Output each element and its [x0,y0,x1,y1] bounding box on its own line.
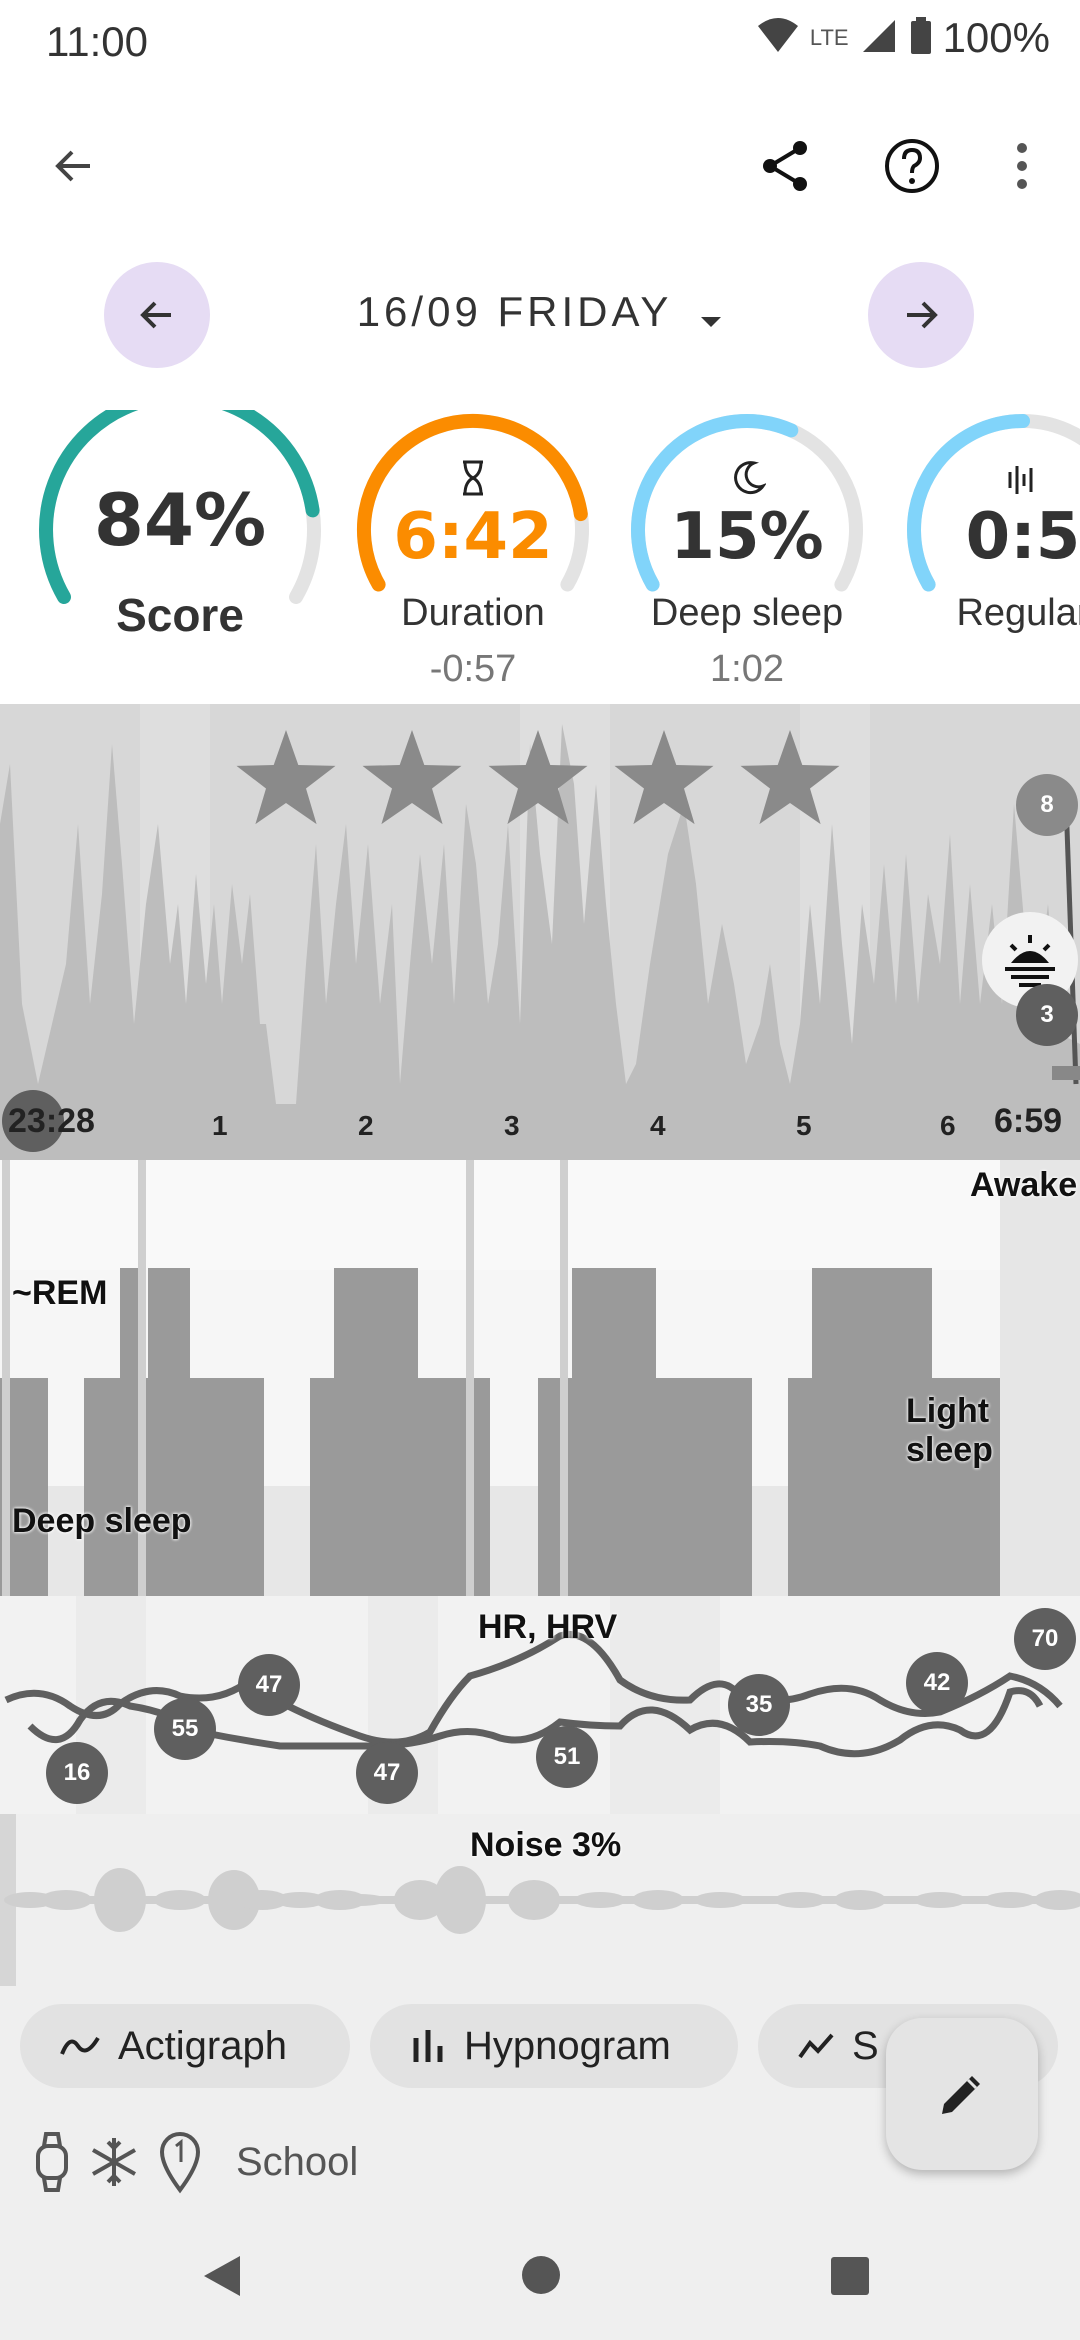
wave-icon [60,2036,100,2055]
tag-text: School [236,2140,359,2184]
hr-bubble-2: 55 [154,1698,216,1760]
toolbar [0,84,1080,244]
location-tag-icon [159,2132,201,2194]
nav-back-button[interactable] [200,2252,244,2305]
noise-title: Noise 3% [470,1826,622,1864]
duration-delta: -0:57 [429,648,517,690]
share-icon [763,141,807,191]
hr-title: HR, HRV [478,1608,618,1646]
tick-1: 1 [212,1110,228,1141]
arrow-left-icon [140,301,171,329]
hr-bubble-4: 47 [356,1742,418,1804]
noise-baseline [16,1896,1080,1904]
status-icons: LTE 100% [756,14,1050,62]
dropdown-icon [699,291,723,339]
stage-label-awake: Awake [970,1166,1078,1204]
square-recents-icon [831,2257,869,2295]
bar-chart-icon [413,2030,443,2062]
gauge-score[interactable]: 84% Score [30,388,330,700]
hourglass-icon [463,460,483,496]
tick-5: 5 [796,1110,812,1141]
previous-day-button[interactable] [104,262,210,368]
signal-icon [859,16,899,61]
chip-hypnogram-label: Hypnogram [464,2023,671,2068]
duration-label: Duration [401,592,545,634]
system-navbar [0,2218,1080,2340]
tick-4: 4 [650,1110,666,1141]
noise-chart[interactable]: Noise 3% [0,1814,1080,1986]
gauge-duration[interactable]: 6:42 Duration -0:57 [348,410,598,700]
duration-value: 6:42 [393,500,553,574]
watch-icon [36,2132,68,2192]
gauge-regularity[interactable]: 0:5 Regular [898,410,1080,700]
date-selector[interactable]: 16/09 FRIDAY [300,288,780,339]
deep-sleep-label: Deep sleep [650,592,844,634]
pencil-icon [942,2076,980,2114]
end-time: 6:59 [994,1102,1063,1140]
date-text: 16/09 FRIDAY [356,288,672,335]
status-time: 11:00 [46,18,148,65]
regularity-icon [1008,466,1033,494]
chip-actigraph[interactable]: Actigraph [20,2004,350,2088]
edit-fab[interactable] [886,2018,1038,2170]
snowflake-icon [92,2138,136,2186]
deep-sleep-value: 15% [670,500,824,574]
help-circle-icon [885,139,939,193]
arrow-left-icon [55,150,90,182]
circle-home-icon [522,2256,560,2294]
hr-bubble-1: 16 [46,1742,108,1804]
sunrise-icon [1005,935,1055,987]
battery-percent: 100% [942,14,1050,61]
tick-2: 2 [358,1110,374,1141]
actigraph-plot [0,704,1080,1160]
status-bar: 11:00 LTE 100% [0,0,1080,84]
start-time: 23:28 [8,1102,95,1140]
arrow-right-icon [907,301,938,329]
tick-6: 6 [940,1110,956,1141]
hr-bubble-7: 42 [906,1652,968,1714]
hr-bubble-3: 47 [238,1654,300,1716]
actigraph-chart[interactable]: 8 3 23:28 1 2 3 4 5 6 6:59 [0,704,1080,1160]
regularity-label: Regular [956,592,1080,634]
stage-label-rem: ~REM [12,1274,108,1312]
hypnogram-chart[interactable]: Awake ~REM Light sleep Deep sleep [0,1160,1080,1596]
deep-sleep-duration: 1:02 [710,648,784,690]
score-label: Score [116,589,244,641]
tick-3: 3 [504,1110,520,1141]
triangle-back-icon [204,2256,240,2296]
hr-bubble-5: 51 [536,1726,598,1788]
moon-icon [734,461,766,495]
wifi-icon [756,16,800,61]
score-value: 84% [93,478,267,562]
nav-home-button[interactable] [520,2254,562,2301]
trend-icon [798,2033,834,2059]
more-vert-icon [1017,143,1027,189]
lte-label: LTE [809,25,849,50]
hr-hrv-chart[interactable]: HR, HRV 16 55 47 47 51 35 42 70 [0,1596,1080,1814]
next-day-button[interactable] [868,262,974,368]
chip-actigraph-label: Actigraph [118,2023,287,2068]
stage-label-deep: Deep sleep [12,1502,192,1540]
hr-bubble-8: 70 [1014,1608,1076,1670]
nav-recents-button[interactable] [830,2256,870,2301]
stage-label-light: Light sleep [906,1392,993,1469]
battery-icon [909,16,933,61]
actigraph-marker-top: 8 [1016,774,1078,836]
actigraph-marker-bottom: 3 [1016,984,1078,1046]
gauge-deep-sleep[interactable]: 15% Deep sleep 1:02 [622,410,872,700]
chip-third-label: S [852,2023,879,2068]
chip-hypnogram[interactable]: Hypnogram [370,2004,738,2088]
hr-bubble-6: 35 [728,1674,790,1736]
regularity-value: 0:5 [965,500,1080,574]
back-button[interactable] [34,126,114,206]
share-button[interactable] [746,126,826,206]
help-button[interactable] [872,126,952,206]
more-button[interactable] [982,126,1062,206]
